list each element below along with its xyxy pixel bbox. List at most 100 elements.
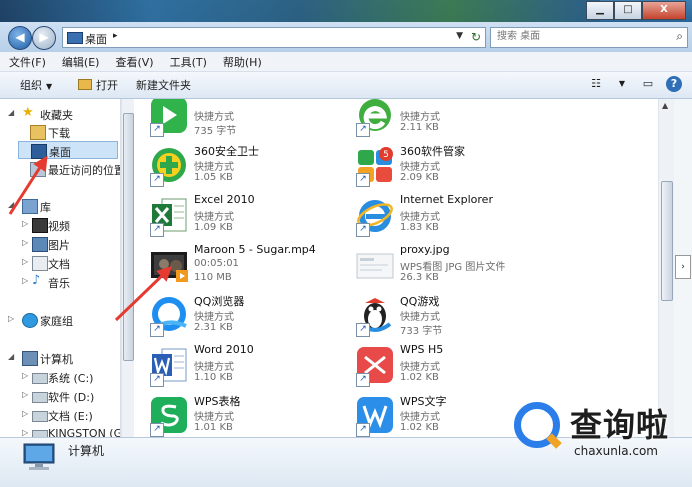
file-item[interactable]: Maroon 5 - Sugar.mp4 00:05:01 110 MB	[134, 243, 334, 291]
side-expand-icon[interactable]: ›	[675, 255, 691, 279]
nav-music[interactable]: ▷ ♪ 音乐	[0, 273, 118, 291]
nav-recent-label: 最近访问的位置	[48, 164, 121, 177]
preview-pane-icon[interactable]: ▭	[640, 76, 656, 92]
maximize-button[interactable]: □	[614, 1, 642, 20]
nav-computer[interactable]: ◢ 计算机	[0, 349, 118, 367]
nav-drive-e[interactable]: ▷ 文档 (E:)	[0, 406, 118, 424]
drive-icon	[32, 392, 48, 403]
help-icon[interactable]: ?	[666, 76, 682, 92]
menu-edit[interactable]: 编辑(E)	[53, 52, 107, 71]
nav-music-label: 音乐	[48, 277, 70, 290]
file-item[interactable]: ↗ 快捷方式 2.11 KB	[340, 99, 540, 141]
nav-recent[interactable]: 最近访问的位置	[0, 160, 121, 178]
star-icon: ★	[22, 105, 34, 120]
file-size: 1.02 KB	[400, 422, 439, 433]
nav-downloads-label: 下载	[48, 127, 70, 140]
nav-homegroup[interactable]: ▷ 家庭组	[0, 311, 118, 329]
file-size: 110 MB	[194, 272, 232, 283]
shortcut-arrow-icon: ↗	[356, 423, 370, 437]
nav-libraries[interactable]: ◢ 库	[0, 197, 118, 215]
nav-computer-label: 计算机	[40, 353, 73, 366]
change-view-icon[interactable]: ☷	[588, 76, 604, 92]
nav-desktop[interactable]: 桌面	[18, 141, 118, 159]
nav-documents[interactable]: ▷ 文档	[0, 254, 118, 272]
nav-scrollbar-thumb[interactable]	[123, 113, 134, 361]
new-folder-button[interactable]: 新建文件夹	[136, 77, 191, 93]
content-scrollbar-thumb[interactable]	[661, 181, 673, 301]
menu-tools[interactable]: 工具(T)	[161, 52, 214, 71]
collapse-icon[interactable]: ◢	[8, 352, 14, 361]
shortcut-arrow-icon: ↗	[150, 323, 164, 337]
breadcrumb-arrow-icon[interactable]: ▸	[113, 31, 118, 41]
forward-button[interactable]: ▶	[32, 26, 56, 50]
shortcut-arrow-icon: ↗	[356, 173, 370, 187]
file-type: 快捷方式	[400, 412, 440, 423]
file-item[interactable]: ↗ Word 2010 快捷方式 1.10 KB	[134, 343, 334, 391]
file-item[interactable]: proxy.jpg WPS看图 JPG 图片文件 26.3 KB	[340, 243, 540, 291]
expand-icon[interactable]: ▷	[22, 428, 28, 437]
nav-drive-c-label: 系统 (C:)	[48, 372, 94, 385]
minimize-button[interactable]: ▁	[586, 1, 614, 20]
collapse-icon[interactable]: ◢	[8, 200, 14, 209]
nav-drive-c[interactable]: ▷ 系统 (C:)	[0, 368, 118, 386]
menu-help[interactable]: 帮助(H)	[214, 52, 269, 71]
document-library-icon	[32, 256, 48, 271]
file-type: 快捷方式	[400, 112, 440, 123]
menu-file[interactable]: 文件(F)	[0, 52, 53, 71]
content-scrollbar[interactable]: ▲	[658, 99, 674, 437]
expand-icon[interactable]: ▷	[22, 219, 28, 228]
desktop-icon	[31, 144, 47, 159]
file-item[interactable]: ↗ 360安全卫士 快捷方式 1.05 KB	[134, 143, 334, 191]
view-dropdown-icon[interactable]: ▼	[614, 76, 630, 92]
refresh-icon[interactable]: ↻	[471, 30, 481, 44]
file-type: 快捷方式	[194, 412, 234, 423]
nav-drive-d[interactable]: ▷ 软件 (D:)	[0, 387, 118, 405]
expand-icon[interactable]: ▷	[8, 314, 14, 323]
expand-icon[interactable]: ▷	[22, 238, 28, 247]
nav-pictures[interactable]: ▷ 图片	[0, 235, 118, 253]
file-name: Maroon 5 - Sugar.mp4	[194, 243, 316, 256]
organize-label: 组织	[20, 79, 42, 92]
search-input[interactable]	[491, 28, 657, 45]
nav-drive-g[interactable]: ▷ KINGSTON (G:)	[0, 425, 121, 437]
menu-view[interactable]: 查看(V)	[106, 52, 160, 71]
file-item[interactable]: ↗ WPS H5 快捷方式 1.02 KB	[340, 343, 540, 391]
file-name: WPS表格	[194, 395, 241, 408]
file-item[interactable]: ↗ WPS文字 快捷方式 1.02 KB	[340, 393, 540, 437]
nav-videos[interactable]: ▷ 视频	[0, 216, 118, 234]
nav-drive-g-label: KINGSTON (G:)	[48, 427, 121, 437]
search-box[interactable]: ⌕	[490, 27, 688, 48]
shortcut-arrow-icon: ↗	[150, 173, 164, 187]
expand-icon[interactable]: ▷	[22, 390, 28, 399]
organize-button[interactable]: 组织 ▼	[20, 77, 52, 93]
file-size: 1.05 KB	[194, 172, 233, 183]
expand-icon[interactable]: ▷	[22, 257, 28, 266]
file-name: 360软件管家	[400, 145, 465, 158]
expand-icon[interactable]: ▷	[22, 371, 28, 380]
file-item[interactable]: ↗ QQ游戏 快捷方式 733 字节	[340, 293, 540, 341]
file-item[interactable]: ↗ WPS表格 快捷方式 1.01 KB	[134, 393, 334, 437]
file-item[interactable]: 5 ↗ 360软件管家 快捷方式 2.09 KB	[340, 143, 540, 191]
file-item[interactable]: ↗ QQ浏览器 快捷方式 2.31 KB	[134, 293, 334, 341]
collapse-icon[interactable]: ◢	[8, 108, 14, 117]
search-icon[interactable]: ⌕	[676, 29, 683, 44]
address-dropdown-icon[interactable]: ▼	[456, 31, 463, 41]
nav-favorites[interactable]: ◢ ★ 收藏夹	[0, 105, 118, 123]
address-location[interactable]: 桌面	[85, 31, 107, 47]
expand-icon[interactable]: ▷	[22, 276, 28, 285]
back-button[interactable]: ◀	[8, 26, 32, 50]
music-note-icon: ♪	[32, 273, 41, 288]
close-button[interactable]: X	[642, 1, 686, 20]
file-size: 26.3 KB	[400, 272, 439, 283]
nav-scrollbar[interactable]	[121, 99, 134, 437]
file-item[interactable]: ↗ Excel 2010 快捷方式 1.09 KB	[134, 193, 334, 241]
file-type: 快捷方式	[400, 162, 440, 173]
open-button[interactable]: 打开	[78, 77, 118, 93]
scroll-up-icon[interactable]: ▲	[662, 101, 668, 110]
file-item[interactable]: ↗ 快捷方式 735 字节	[134, 99, 334, 141]
address-bar[interactable]: 桌面 ▸ ▼ ↻	[62, 27, 486, 48]
expand-icon[interactable]: ▷	[22, 409, 28, 418]
file-item[interactable]: ↗ Internet Explorer 快捷方式 1.83 KB	[340, 193, 540, 241]
nav-downloads[interactable]: 下载	[0, 123, 118, 141]
open-folder-icon	[78, 79, 92, 90]
